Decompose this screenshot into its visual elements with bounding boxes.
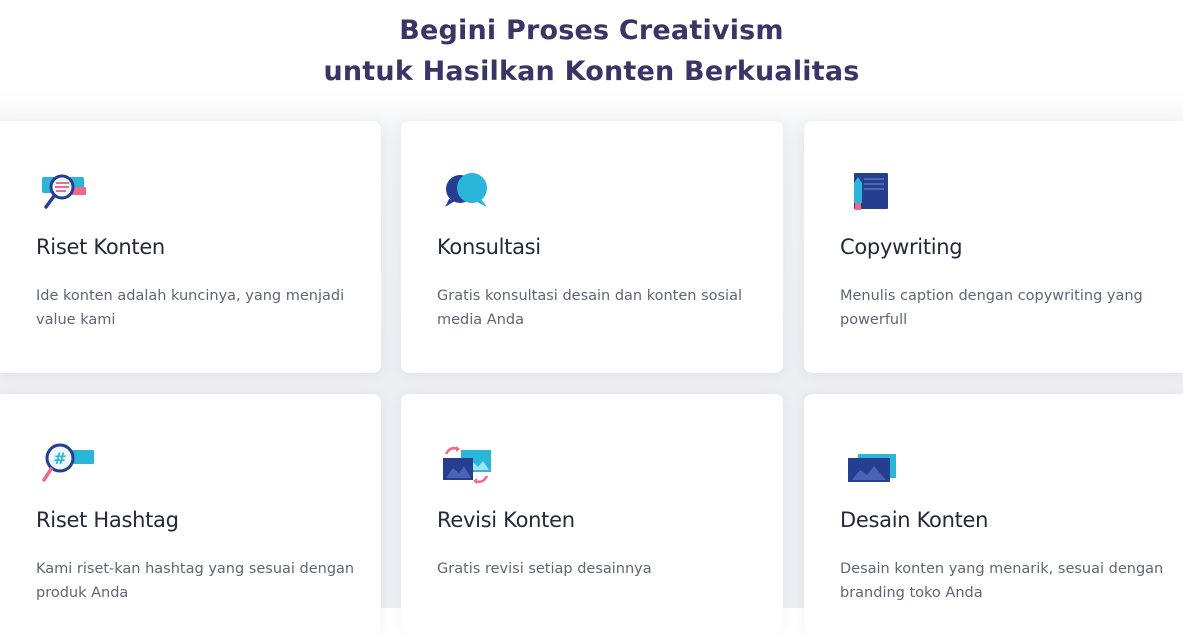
card-title: Konsultasi xyxy=(437,235,541,259)
research-magnifier-icon xyxy=(40,169,92,215)
card-desain-konten: Desain Konten Desain konten yang menarik… xyxy=(804,394,1183,634)
card-description: Menulis caption dengan copywriting yang … xyxy=(840,288,1143,328)
chat-bubbles-icon xyxy=(441,169,493,215)
card-description: Gratis konsultasi desain dan konten sosi… xyxy=(437,288,742,328)
card-konsultasi: Konsultasi Gratis konsultasi desain dan … xyxy=(401,121,783,373)
card-description: Kami riset-kan hashtag yang sesuai denga… xyxy=(36,561,355,601)
section-title-line-1: Begini Proses Creativism xyxy=(399,15,784,46)
card-title: Revisi Konten xyxy=(437,508,575,532)
image-design-icon xyxy=(844,442,896,488)
card-description: Gratis revisi setiap desainnya xyxy=(437,561,652,577)
card-title: Copywriting xyxy=(840,235,963,259)
section-title-line-2: untuk Hasilkan Konten Berkualitas xyxy=(323,56,860,87)
card-title: Riset Konten xyxy=(36,235,165,259)
section-heading: Begini Proses Creativism untuk Hasilkan … xyxy=(0,10,1183,92)
card-description: Desain konten yang menarik, sesuai denga… xyxy=(840,561,1164,601)
card-title: Desain Konten xyxy=(840,508,989,532)
notebook-pen-icon xyxy=(844,169,896,215)
card-copywriting: Copywriting Menulis caption dengan copyw… xyxy=(804,121,1183,373)
card-riset-konten: Riset Konten Ide konten adalah kuncinya,… xyxy=(0,121,381,373)
image-revision-icon xyxy=(441,442,493,488)
card-riset-hashtag: # Riset Hashtag Kami riset-kan hashtag y… xyxy=(0,394,381,634)
svg-text:#: # xyxy=(53,449,66,468)
card-revisi-konten: Revisi Konten Gratis revisi setiap desai… xyxy=(401,394,783,634)
card-title: Riset Hashtag xyxy=(36,508,179,532)
card-description: Ide konten adalah kuncinya, yang menjadi… xyxy=(36,288,345,328)
hashtag-magnifier-icon: # xyxy=(40,442,94,488)
